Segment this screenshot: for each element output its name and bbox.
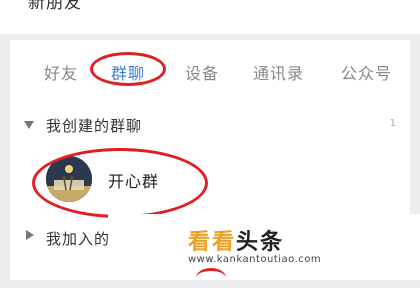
contacts-tab-bar: 好友 群聊 设备 通讯录 公众号 (10, 40, 410, 100)
caret-down-icon (24, 121, 34, 129)
watermark-logo: 看看头条 (188, 224, 284, 256)
caret-right-icon (26, 230, 34, 240)
watermark-url: www.kankantoutiao.com (188, 254, 322, 265)
group-chat-item[interactable]: 开心群 (10, 148, 410, 218)
tab-group-chats[interactable]: 群聊 (111, 60, 145, 84)
tab-official-accounts[interactable]: 公众号 (341, 60, 392, 84)
new-friends-label-partial[interactable]: 新朋友 (28, 0, 82, 13)
annotation-arc (196, 268, 226, 288)
watermark-title-part2: 头条 (236, 230, 285, 255)
tab-devices[interactable]: 设备 (185, 60, 219, 84)
created-groups-header[interactable]: 我创建的群聊 1 (10, 112, 410, 140)
watermark-title-part1: 看看 (188, 230, 237, 255)
tab-address-book[interactable]: 通讯录 (253, 60, 304, 84)
moon-night-avatar-icon (46, 156, 92, 202)
created-groups-title: 我创建的群聊 (46, 117, 143, 135)
group-chat-name: 开心群 (108, 172, 160, 191)
top-strip: 新朋友 (0, 0, 420, 34)
watermark-overlay: 看看头条 www.kankantoutiao.com (108, 214, 420, 280)
created-groups-count: 1 (389, 118, 396, 129)
tab-friends[interactable]: 好友 (44, 60, 78, 84)
